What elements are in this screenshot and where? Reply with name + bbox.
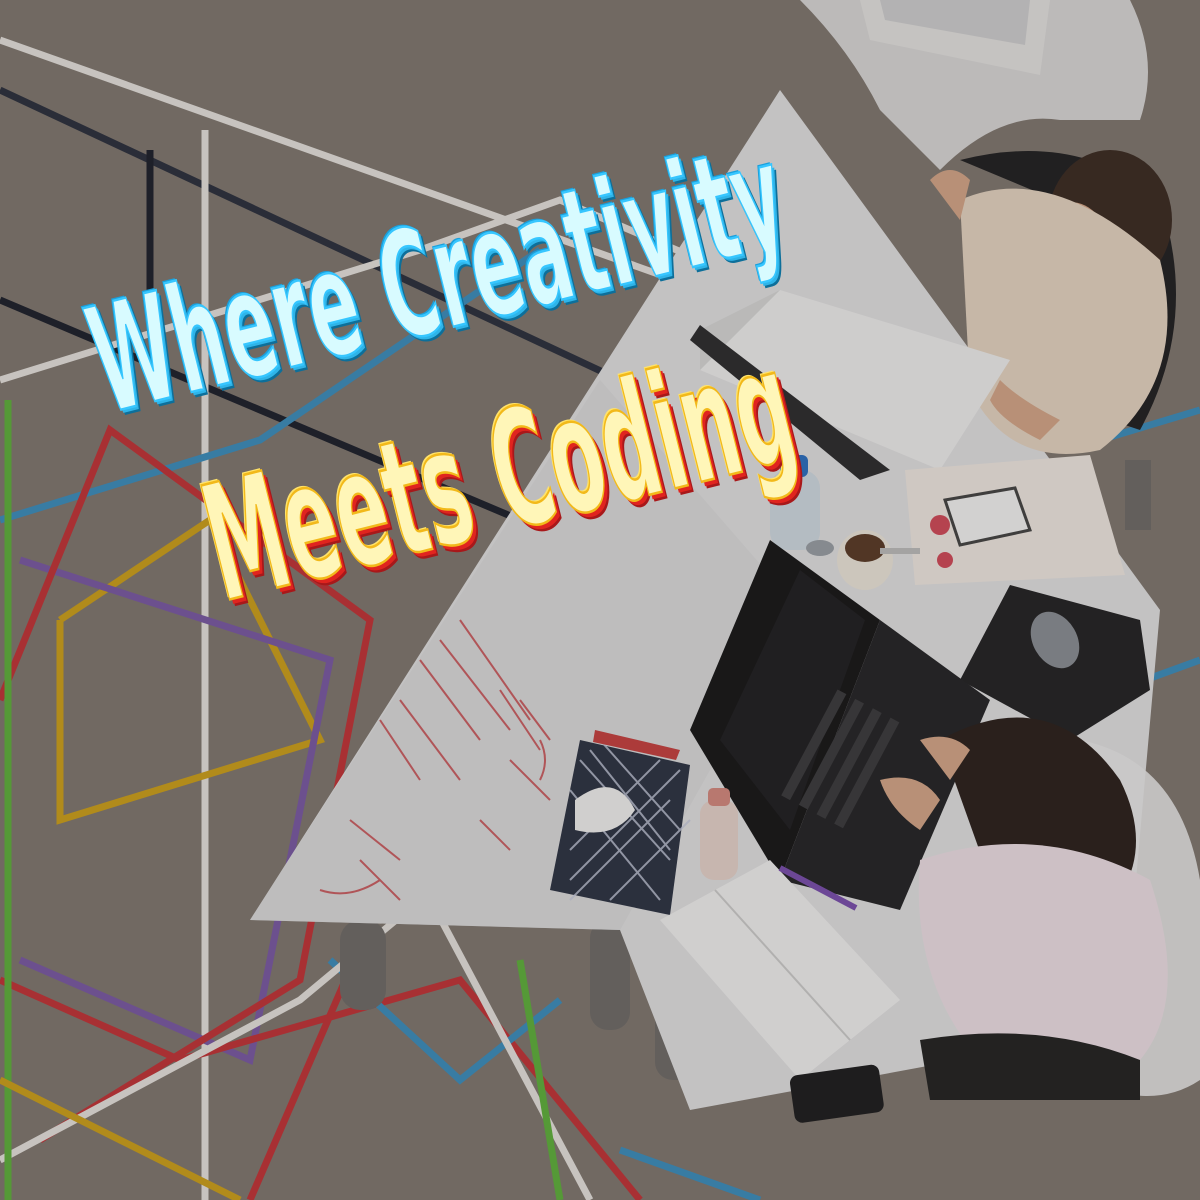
coworking-photo [0, 0, 1200, 1200]
photo-scene [0, 0, 1200, 1200]
tint-overlay [0, 0, 1200, 1200]
